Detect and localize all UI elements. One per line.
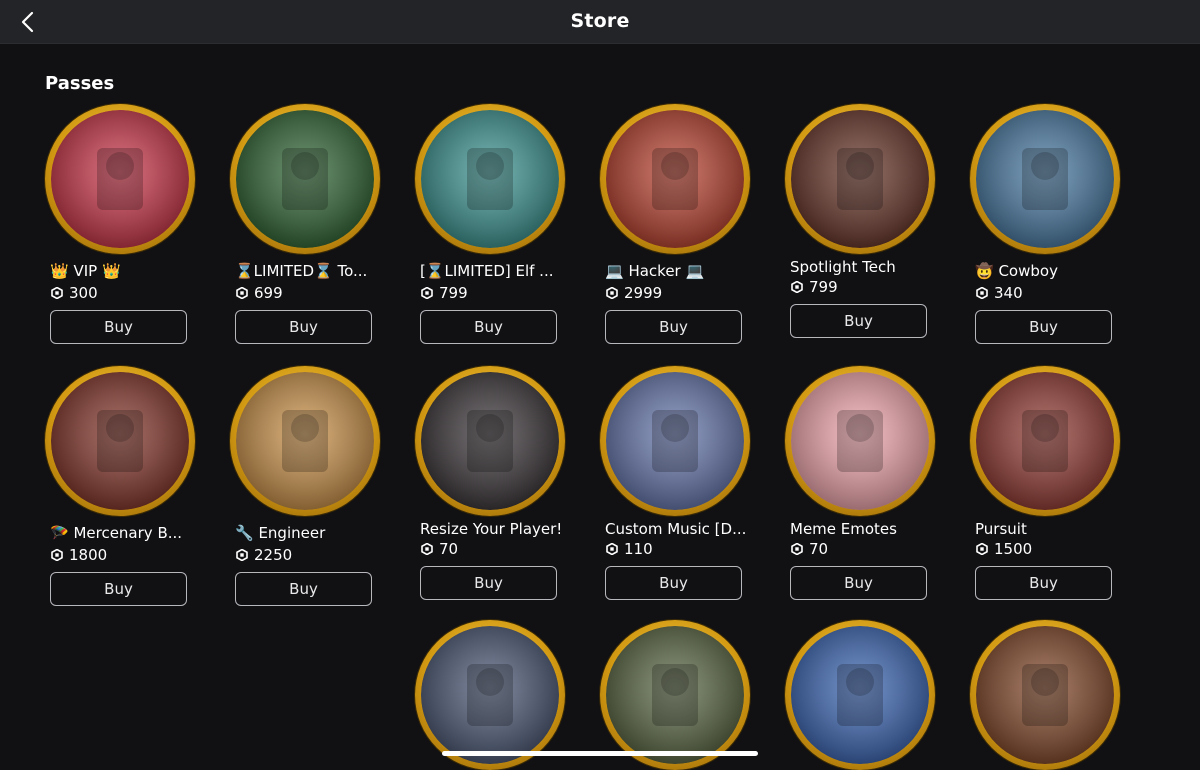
robux-icon [606, 543, 618, 555]
pass-price-value: 799 [809, 278, 838, 296]
pass-thumbnail[interactable] [970, 620, 1120, 770]
robux-icon [236, 549, 248, 561]
pass-thumbnail[interactable] [785, 620, 935, 770]
pass-price-value: 1500 [994, 540, 1033, 558]
buy-button[interactable]: Buy [605, 566, 742, 600]
pass-artwork [421, 372, 559, 510]
pass-thumbnail[interactable] [415, 366, 565, 516]
page-title: Store [570, 10, 630, 32]
pass-artwork [791, 626, 929, 764]
robux-icon [236, 287, 248, 299]
buy-button[interactable]: Buy [790, 566, 927, 600]
pass-name: Custom Music [D... [605, 520, 747, 538]
pass-artwork [791, 110, 929, 248]
pass-price-value: 70 [439, 540, 459, 558]
robux-icon [421, 287, 433, 299]
pass-thumbnail[interactable] [45, 366, 195, 516]
pass-price-value: 2999 [624, 284, 663, 302]
pass-thumbnail[interactable] [785, 366, 935, 516]
pass-price-value: 699 [254, 284, 283, 302]
pass-artwork [51, 372, 189, 510]
pass-thumbnail[interactable] [600, 104, 750, 254]
pass-thumbnail[interactable] [600, 366, 750, 516]
section-title: Passes [45, 73, 115, 94]
pass-artwork [51, 110, 189, 248]
pass-name: Resize Your Player! [420, 520, 563, 538]
pass-price: 799 [791, 278, 838, 296]
pass-name: 🤠 Cowboy [975, 262, 1058, 280]
pass-name: 🪂 Mercenary B... [50, 524, 183, 542]
robux-icon [51, 287, 63, 299]
pass-artwork [606, 110, 744, 248]
pass-name: 💻 Hacker 💻 [605, 262, 705, 280]
buy-button[interactable]: Buy [235, 572, 372, 606]
pass-artwork [606, 626, 744, 764]
buy-button[interactable]: Buy [790, 304, 927, 338]
pass-name: Pursuit [975, 520, 1027, 538]
buy-button[interactable]: Buy [975, 566, 1112, 600]
pass-price: 70 [421, 540, 458, 558]
pass-thumbnail[interactable] [970, 104, 1120, 254]
pass-name: Meme Emotes [790, 520, 897, 538]
buy-button[interactable]: Buy [420, 310, 557, 344]
robux-icon [976, 543, 988, 555]
pass-artwork [791, 372, 929, 510]
pass-price: 110 [606, 540, 653, 558]
pass-artwork [236, 372, 374, 510]
pass-price: 699 [236, 284, 283, 302]
pass-thumbnail[interactable] [970, 366, 1120, 516]
top-bar: Store [0, 0, 1200, 44]
pass-name: 🔧 Engineer [235, 524, 326, 542]
buy-button[interactable]: Buy [605, 310, 742, 344]
pass-price: 1500 [976, 540, 1032, 558]
pass-thumbnail[interactable] [45, 104, 195, 254]
pass-artwork [606, 372, 744, 510]
pass-price: 1800 [51, 546, 107, 564]
buy-button[interactable]: Buy [420, 566, 557, 600]
pass-price-value: 340 [994, 284, 1023, 302]
pass-thumbnail[interactable] [785, 104, 935, 254]
robux-icon [791, 543, 803, 555]
pass-price: 799 [421, 284, 468, 302]
buy-button[interactable]: Buy [975, 310, 1112, 344]
pass-artwork [421, 626, 559, 764]
buy-button[interactable]: Buy [50, 572, 187, 606]
robux-icon [791, 281, 803, 293]
home-indicator [442, 751, 758, 756]
pass-thumbnail[interactable] [230, 366, 380, 516]
pass-price-value: 300 [69, 284, 98, 302]
pass-price: 2999 [606, 284, 662, 302]
pass-thumbnail[interactable] [230, 104, 380, 254]
pass-thumbnail[interactable] [415, 104, 565, 254]
robux-icon [606, 287, 618, 299]
robux-icon [976, 287, 988, 299]
pass-name: Spotlight Tech [790, 258, 896, 276]
pass-price-value: 70 [809, 540, 829, 558]
robux-icon [421, 543, 433, 555]
pass-price: 300 [51, 284, 98, 302]
pass-price-value: 110 [624, 540, 653, 558]
pass-artwork [976, 372, 1114, 510]
pass-price-value: 2250 [254, 546, 293, 564]
robux-icon [51, 549, 63, 561]
pass-name: ⌛LIMITED⌛ To... [235, 262, 368, 280]
pass-artwork [421, 110, 559, 248]
pass-price-value: 799 [439, 284, 468, 302]
pass-artwork [236, 110, 374, 248]
pass-price: 2250 [236, 546, 292, 564]
pass-artwork [976, 110, 1114, 248]
pass-price-value: 1800 [69, 546, 108, 564]
pass-thumbnail[interactable] [415, 620, 565, 770]
pass-artwork [976, 626, 1114, 764]
buy-button[interactable]: Buy [50, 310, 187, 344]
pass-price: 70 [791, 540, 828, 558]
pass-name: [⌛LIMITED] Elf ... [420, 262, 554, 280]
pass-name: 👑 VIP 👑 [50, 262, 121, 280]
pass-thumbnail[interactable] [600, 620, 750, 770]
buy-button[interactable]: Buy [235, 310, 372, 344]
pass-price: 340 [976, 284, 1023, 302]
